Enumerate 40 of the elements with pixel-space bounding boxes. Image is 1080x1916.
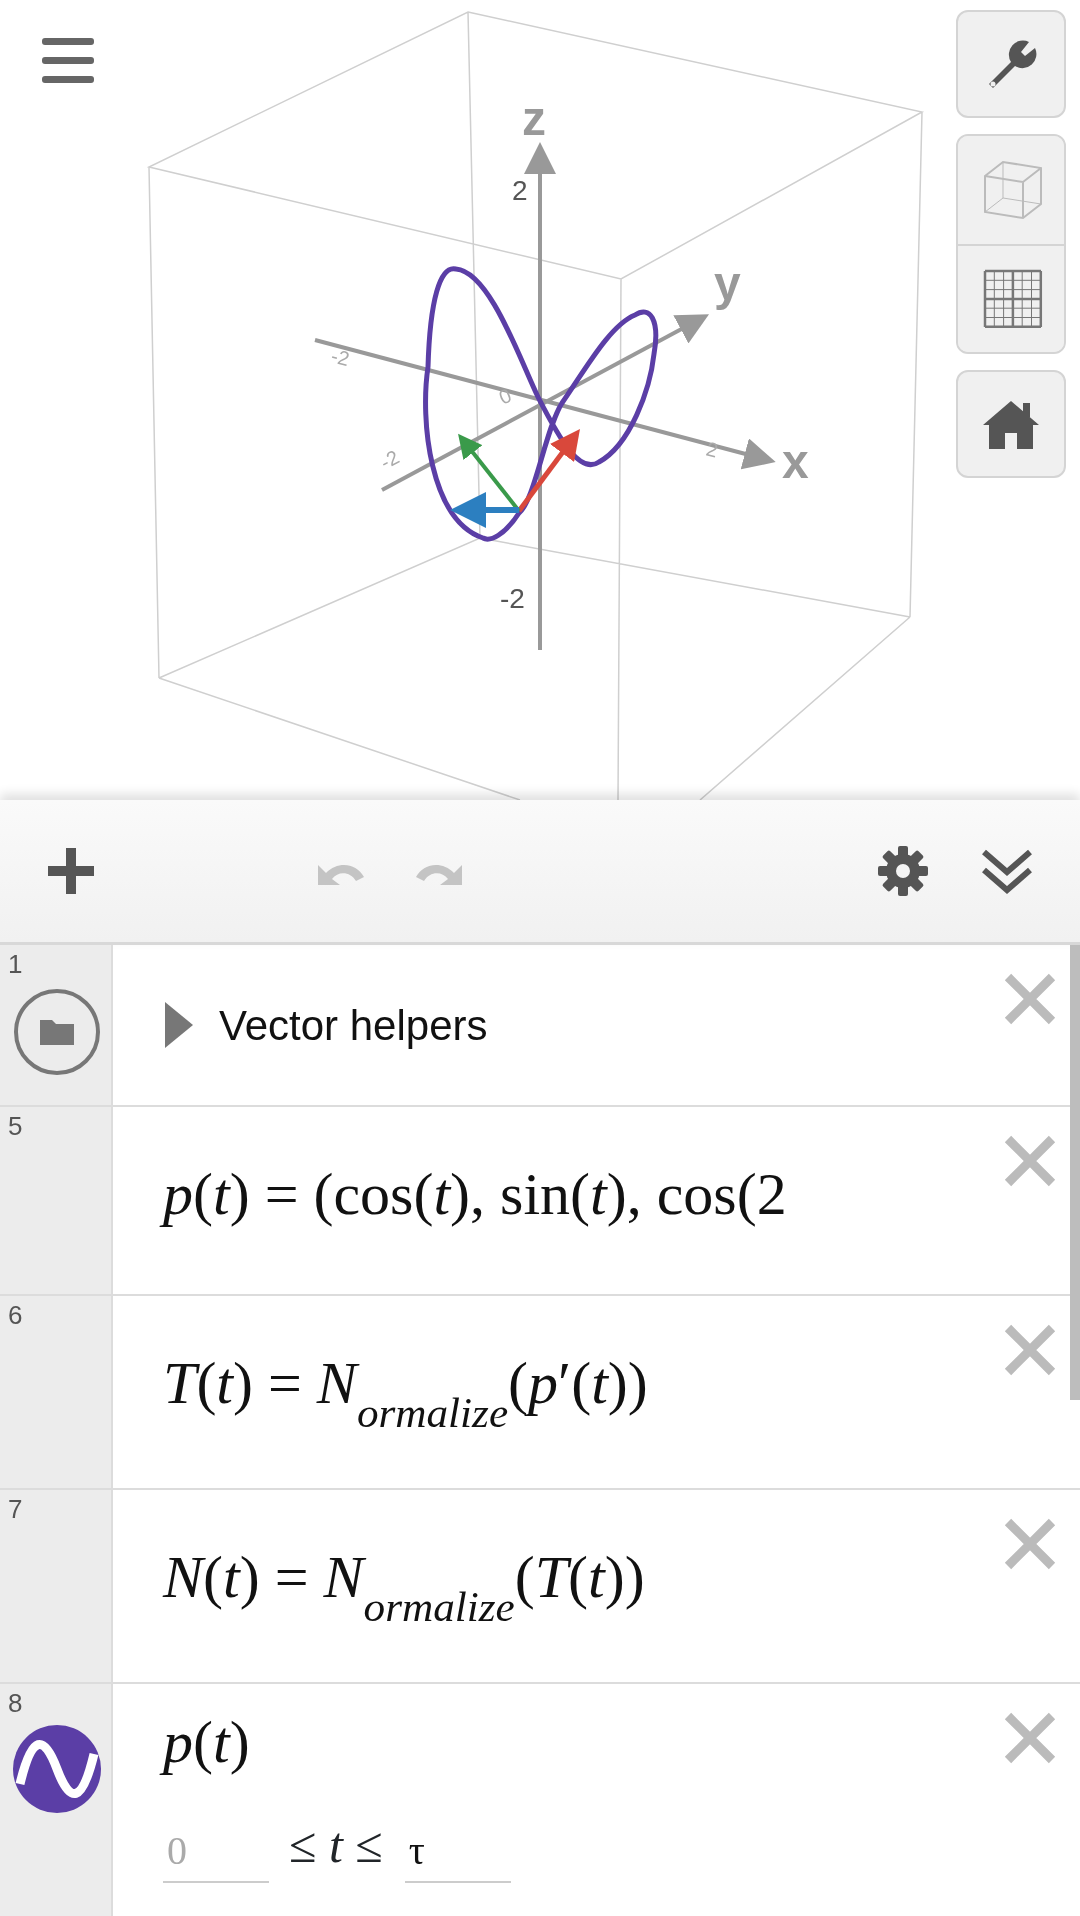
cube-icon xyxy=(981,158,1045,222)
close-icon xyxy=(1002,1516,1058,1572)
tick-label: -2 xyxy=(329,344,352,371)
delete-button[interactable] xyxy=(1002,1516,1058,1572)
scrollbar[interactable] xyxy=(1070,945,1080,1400)
tick-label: -2 xyxy=(500,583,525,614)
expand-toggle-icon[interactable] xyxy=(163,1000,195,1050)
line-number: 7 xyxy=(8,1496,23,1522)
close-icon xyxy=(1002,1133,1058,1189)
folder-title: Vector helpers xyxy=(219,1000,488,1051)
settings-button[interactable] xyxy=(956,10,1066,118)
close-icon xyxy=(1002,1710,1058,1766)
close-icon xyxy=(1002,1322,1058,1378)
binormal-arrow xyxy=(450,492,519,528)
delete-button[interactable] xyxy=(1002,1710,1058,1766)
math-expression: N(t) = N$_{ormalize}$(T(t)) xyxy=(163,1542,645,1632)
domain-field[interactable]: τ xyxy=(404,1821,511,1883)
close-icon xyxy=(1002,971,1058,1027)
home-button[interactable] xyxy=(956,370,1066,478)
delete-button[interactable] xyxy=(1002,1322,1058,1378)
axis-label: y xyxy=(714,257,741,310)
tick-label: -2 xyxy=(376,445,403,474)
domain-inequality: ≤ t ≤ xyxy=(289,1816,383,1875)
line-number: 1 xyxy=(8,951,23,977)
line-number: 8 xyxy=(8,1690,23,1716)
grid-button[interactable] xyxy=(958,244,1064,352)
axis-label: x xyxy=(782,435,809,488)
tick-label: 0 xyxy=(495,384,515,409)
tick-label: 2 xyxy=(512,175,528,206)
domain-field[interactable]: 0 xyxy=(163,1821,269,1883)
grid-icon xyxy=(981,267,1045,331)
line-number: 6 xyxy=(8,1302,23,1328)
math-expression: T(t) = N$_{ormalize}$(p′(t)) xyxy=(163,1348,648,1438)
delete-button[interactable] xyxy=(1002,971,1058,1027)
delete-button[interactable] xyxy=(1002,1133,1058,1189)
line-number: 5 xyxy=(8,1113,23,1139)
axis-label: z xyxy=(522,92,546,145)
folder-icon[interactable] xyxy=(12,987,102,1077)
curve-color-icon[interactable] xyxy=(12,1724,102,1814)
tick-label: 2 xyxy=(704,437,721,462)
